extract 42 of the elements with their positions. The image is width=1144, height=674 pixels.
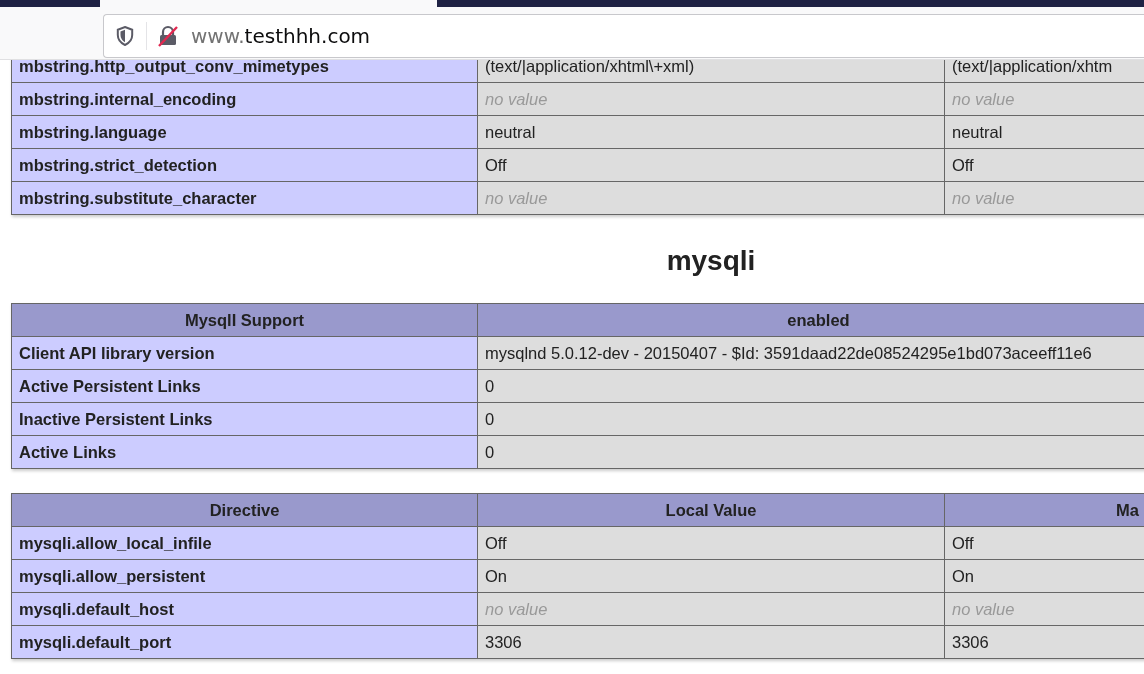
directive-name-cell: mbstring.substitute_character <box>11 181 478 215</box>
shield-icon[interactable] <box>116 26 134 46</box>
master-value-cell: neutral <box>944 115 1144 149</box>
master-value-cell: no value <box>944 82 1144 116</box>
info-name-cell: Client API library version <box>11 336 478 370</box>
local-value-cell: On <box>477 559 945 593</box>
info-value-cell: 0 <box>477 369 1144 403</box>
info-name-cell: Inactive Persistent Links <box>11 402 478 436</box>
local-value-cell: no value <box>477 592 945 626</box>
directive-name-cell: mysqli.default_host <box>11 592 478 626</box>
insecure-lock-icon[interactable] <box>157 25 179 47</box>
directive-name-cell: mysqli.allow_local_infile <box>11 526 478 560</box>
url-text[interactable]: www.testhhh.com <box>191 24 371 48</box>
column-header: Ma <box>944 493 1144 527</box>
directive-name-cell: mysqli.default_port <box>11 625 478 659</box>
column-header: Directive <box>11 493 478 527</box>
master-value-cell: Off <box>944 148 1144 182</box>
local-value-cell: 3306 <box>477 625 945 659</box>
address-bar[interactable]: www.testhhh.com <box>103 14 1144 58</box>
local-value-cell: no value <box>477 82 945 116</box>
local-value-cell: Off <box>477 526 945 560</box>
master-value-cell: On <box>944 559 1144 593</box>
info-name-cell: Active Persistent Links <box>11 369 478 403</box>
column-header: enabled <box>477 303 1144 337</box>
directive-name-cell: mysqli.allow_persistent <box>11 559 478 593</box>
section-heading: mysqli <box>665 244 757 278</box>
info-value-cell: 0 <box>477 402 1144 436</box>
info-value-cell: mysqlnd 5.0.12-dev - 20150407 - $Id: 3591daad22de08524295e1bd073aceeff11e6 <box>477 336 1144 370</box>
local-value-cell: no value <box>477 181 945 215</box>
column-header: Local Value <box>477 493 945 527</box>
master-value-cell: Off <box>944 526 1144 560</box>
directive-name-cell: mbstring.internal_encoding <box>11 82 478 116</box>
info-value-cell: 0 <box>477 435 1144 469</box>
local-value-cell: Off <box>477 148 945 182</box>
info-name-cell: Active Links <box>11 435 478 469</box>
column-header: MysqlI Support <box>11 303 478 337</box>
directive-name-cell: mbstring.strict_detection <box>11 148 478 182</box>
master-value-cell: no value <box>944 592 1144 626</box>
master-value-cell: no value <box>944 181 1144 215</box>
directive-name-cell: mbstring.language <box>11 115 478 149</box>
master-value-cell: 3306 <box>944 625 1144 659</box>
local-value-cell: neutral <box>477 115 945 149</box>
